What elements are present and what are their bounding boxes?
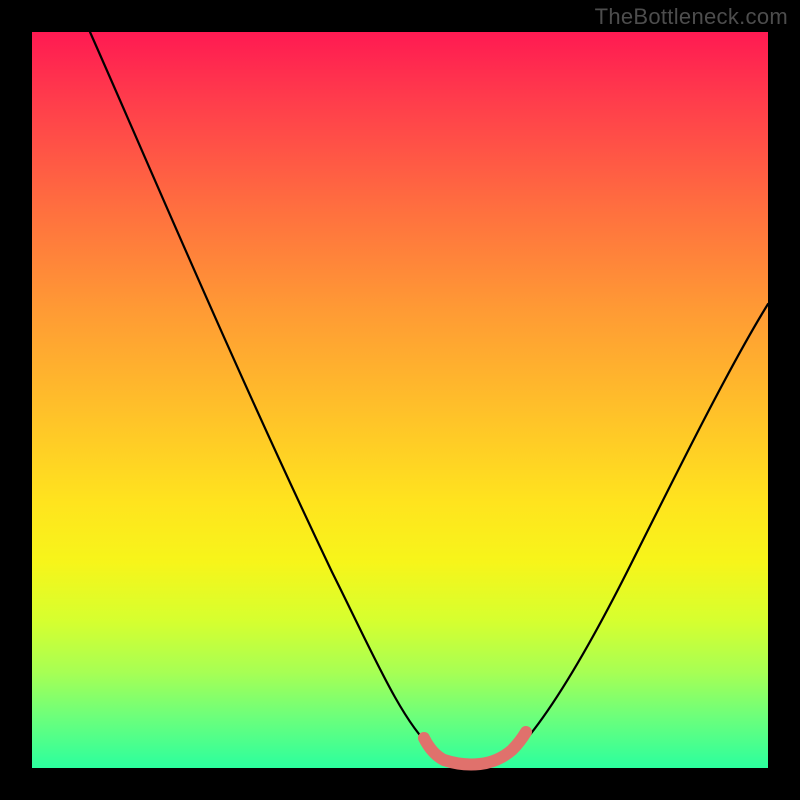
chart-frame: TheBottleneck.com	[0, 0, 800, 800]
optimal-range-highlight	[424, 732, 526, 765]
curve-layer	[32, 32, 768, 768]
bottleneck-curve	[90, 32, 768, 764]
plot-area	[32, 32, 768, 768]
attribution-label: TheBottleneck.com	[595, 4, 788, 30]
